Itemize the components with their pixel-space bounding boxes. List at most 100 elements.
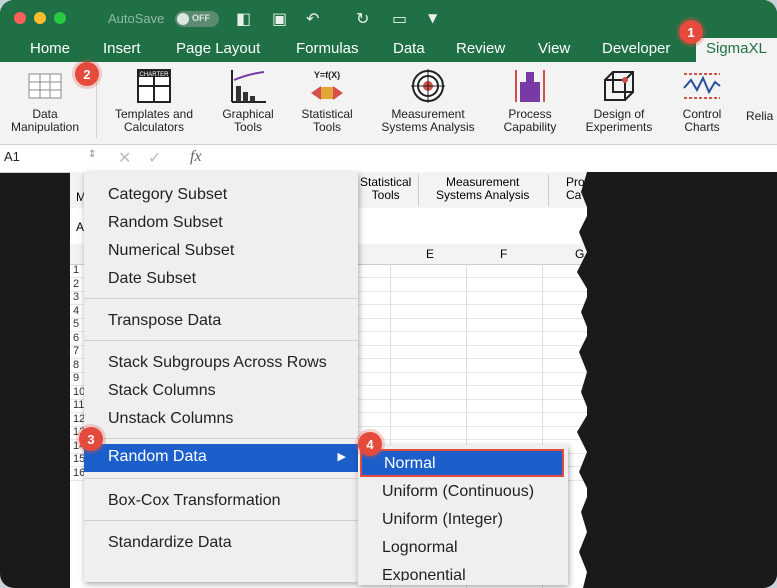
sidebar-icon[interactable]: ◧ bbox=[236, 9, 251, 28]
cancel-icon[interactable]: ✕ bbox=[118, 148, 131, 168]
maximize-window-button[interactable] bbox=[54, 12, 66, 24]
autosave-toggle[interactable]: OFF bbox=[175, 11, 219, 27]
autosave-label: AutoSave bbox=[108, 11, 165, 26]
submenu-arrow-icon: ▶ bbox=[337, 450, 346, 463]
menu-item-stack-subgroups[interactable]: Stack Subgroups Across Rows bbox=[108, 354, 327, 372]
echo-divider bbox=[418, 174, 419, 206]
column-header-e[interactable]: E bbox=[426, 247, 434, 261]
name-box[interactable]: A1 bbox=[4, 149, 96, 168]
yfx-icon-text: Y=f(X) bbox=[313, 69, 341, 80]
menu-item-stack-columns[interactable]: Stack Columns bbox=[108, 382, 216, 400]
submenu-item-normal[interactable]: Normal bbox=[360, 449, 564, 477]
charter-icon: CHARTER bbox=[104, 64, 204, 108]
menu-item-random-subset[interactable]: Random Subset bbox=[108, 214, 223, 232]
submenu-item-label: Normal bbox=[384, 455, 436, 472]
menu-item-random-data[interactable]: Random Data ▶ bbox=[84, 444, 358, 472]
customize-toolbar-icon[interactable]: ▼ bbox=[428, 11, 437, 25]
step-badge-2: 2 bbox=[75, 62, 99, 86]
graphical-tools-button[interactable]: Graphical Tools bbox=[212, 64, 284, 134]
target-icon bbox=[372, 64, 484, 108]
tab-insert[interactable]: Insert bbox=[103, 40, 141, 57]
echo-statistical-tools: Statistical Tools bbox=[360, 175, 412, 202]
name-box-stepper-icon[interactable]: ⇕ bbox=[88, 149, 96, 160]
row-number[interactable]: 8 bbox=[73, 359, 79, 371]
echo-measurement: Measurement Systems Analysis bbox=[436, 175, 530, 202]
tab-page-layout[interactable]: Page Layout bbox=[176, 40, 260, 57]
row-number[interactable]: 1 bbox=[73, 264, 79, 276]
step-badge-3: 3 bbox=[79, 427, 103, 451]
data-manipulation-menu: Category Subset Random Subset Numerical … bbox=[84, 172, 358, 582]
menu-item-numerical-subset[interactable]: Numerical Subset bbox=[108, 242, 234, 260]
menu-item-date-subset[interactable]: Date Subset bbox=[108, 270, 196, 288]
tab-view[interactable]: View bbox=[538, 40, 570, 57]
menu-item-transpose-data[interactable]: Transpose Data bbox=[108, 312, 221, 330]
random-data-submenu: Normal Uniform (Continuous) Uniform (Int… bbox=[358, 445, 568, 585]
tab-developer[interactable]: Developer bbox=[602, 40, 670, 57]
tab-home[interactable]: Home bbox=[30, 40, 70, 57]
row-number[interactable]: 4 bbox=[73, 305, 79, 317]
menu-separator bbox=[84, 520, 358, 521]
capability-icon bbox=[494, 64, 566, 108]
redo-icon[interactable]: ↻ bbox=[356, 9, 369, 28]
save-icon[interactable]: ▣ bbox=[272, 9, 287, 28]
statistical-tools-button[interactable]: Y=f(X) Statistical Tools bbox=[290, 64, 364, 134]
templates-calculators-button[interactable]: CHARTER Templates and Calculators bbox=[104, 64, 204, 134]
enter-icon[interactable]: ✓ bbox=[148, 148, 161, 168]
menu-separator bbox=[84, 298, 358, 299]
graph-icon bbox=[212, 64, 284, 108]
submenu-item-uniform-integer[interactable]: Uniform (Integer) bbox=[382, 511, 503, 529]
row-number[interactable]: 2 bbox=[73, 278, 79, 290]
row-number[interactable]: 5 bbox=[73, 318, 79, 330]
ribbon-label: Systems Analysis bbox=[381, 120, 475, 134]
step-badge-1: 1 bbox=[679, 20, 703, 44]
row-number[interactable]: 11 bbox=[73, 399, 84, 411]
tab-review[interactable]: Review bbox=[456, 40, 505, 57]
submenu-item-exponential[interactable]: Exponential bbox=[382, 567, 466, 581]
menu-separator bbox=[84, 438, 358, 439]
control-charts-button[interactable]: Control Charts bbox=[670, 64, 734, 134]
excel-window: AutoSave OFF ◧ ▣ ↶ ↻ ▭ ▼ Home Insert Pag… bbox=[0, 0, 777, 588]
submenu-item-lognormal[interactable]: Lognormal bbox=[382, 539, 458, 557]
menu-item-standardize-data[interactable]: Standardize Data bbox=[108, 534, 232, 552]
ribbon-label: Calculators bbox=[123, 120, 185, 134]
close-window-button[interactable] bbox=[14, 12, 26, 24]
ribbon-tabs: Home Insert Page Layout Formulas Data Re… bbox=[0, 38, 777, 62]
formula-bar: A1 ⇕ ✕ ✓ fx bbox=[0, 145, 777, 173]
row-number[interactable]: 9 bbox=[73, 372, 79, 384]
minimize-window-button[interactable] bbox=[34, 12, 46, 24]
ribbon-label: Tools bbox=[312, 120, 341, 134]
torn-edge-overlay bbox=[577, 172, 777, 588]
column-header-f[interactable]: F bbox=[500, 247, 507, 261]
design-of-experiments-button[interactable]: Design of Experiments bbox=[576, 64, 662, 134]
ribbon-label: Experiments bbox=[585, 120, 653, 134]
measurement-systems-analysis-button[interactable]: Measurement Systems Analysis bbox=[372, 64, 484, 134]
row-number[interactable]: 3 bbox=[73, 291, 79, 303]
step-badge-4: 4 bbox=[358, 432, 382, 456]
ribbon: Data Manipulation CHARTER Templates and … bbox=[0, 62, 777, 145]
row-prefix: A bbox=[76, 220, 85, 234]
toggle-knob bbox=[177, 13, 189, 25]
tab-formulas[interactable]: Formulas bbox=[296, 40, 359, 57]
menu-separator bbox=[84, 340, 358, 341]
row-number[interactable]: 7 bbox=[73, 345, 79, 357]
tab-sigmaxl[interactable]: SigmaXL bbox=[696, 38, 777, 62]
fx-icon[interactable]: fx bbox=[190, 148, 202, 166]
submenu-item-uniform-continuous[interactable]: Uniform (Continuous) bbox=[382, 483, 534, 501]
menu-item-category-subset[interactable]: Category Subset bbox=[108, 186, 227, 204]
control-chart-icon bbox=[670, 64, 734, 108]
tab-data[interactable]: Data bbox=[393, 40, 425, 57]
row-number[interactable]: 6 bbox=[73, 332, 79, 344]
echo-divider bbox=[548, 174, 549, 206]
new-document-icon[interactable]: ▭ bbox=[392, 9, 407, 28]
ribbon-label: Capability bbox=[503, 120, 557, 134]
reliability-button[interactable]: Relia bbox=[746, 110, 777, 123]
ribbon-label: Charts bbox=[684, 120, 720, 134]
cube-icon bbox=[576, 64, 662, 108]
process-capability-button[interactable]: Process Capability bbox=[494, 64, 566, 134]
menu-item-box-cox[interactable]: Box-Cox Transformation bbox=[108, 492, 281, 510]
torn-edge-shape bbox=[577, 172, 597, 588]
undo-icon[interactable]: ↶ bbox=[306, 9, 319, 28]
title-bar: AutoSave OFF ◧ ▣ ↶ ↻ ▭ ▼ bbox=[0, 0, 777, 38]
menu-item-unstack-columns[interactable]: Unstack Columns bbox=[108, 410, 233, 428]
ribbon-label: Relia bbox=[746, 109, 774, 123]
